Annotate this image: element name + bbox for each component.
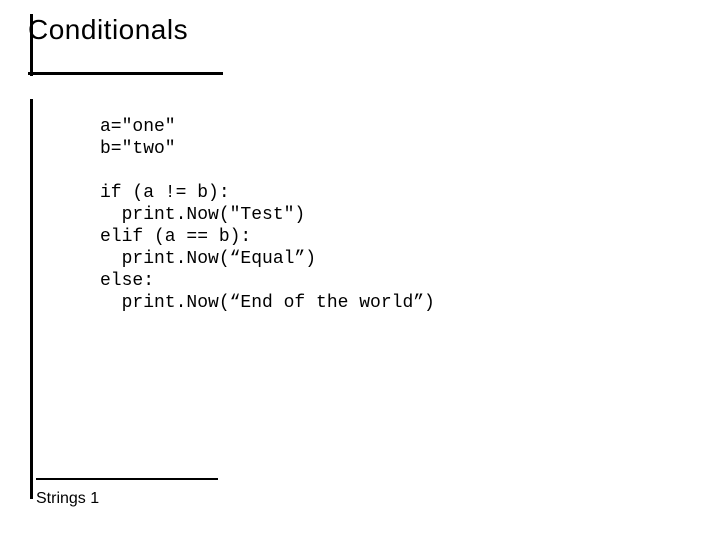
- footer-area: Strings 1: [36, 478, 218, 508]
- slide-title: Conditionals: [28, 14, 223, 46]
- code-block: a="one" b="two" if (a != b): print.Now("…: [100, 116, 435, 314]
- body-accent-vertical: [30, 99, 33, 499]
- slide: Conditionals a="one" b="two" if (a != b)…: [0, 0, 720, 540]
- footer-text: Strings 1: [36, 490, 218, 508]
- title-area: Conditionals: [28, 14, 223, 75]
